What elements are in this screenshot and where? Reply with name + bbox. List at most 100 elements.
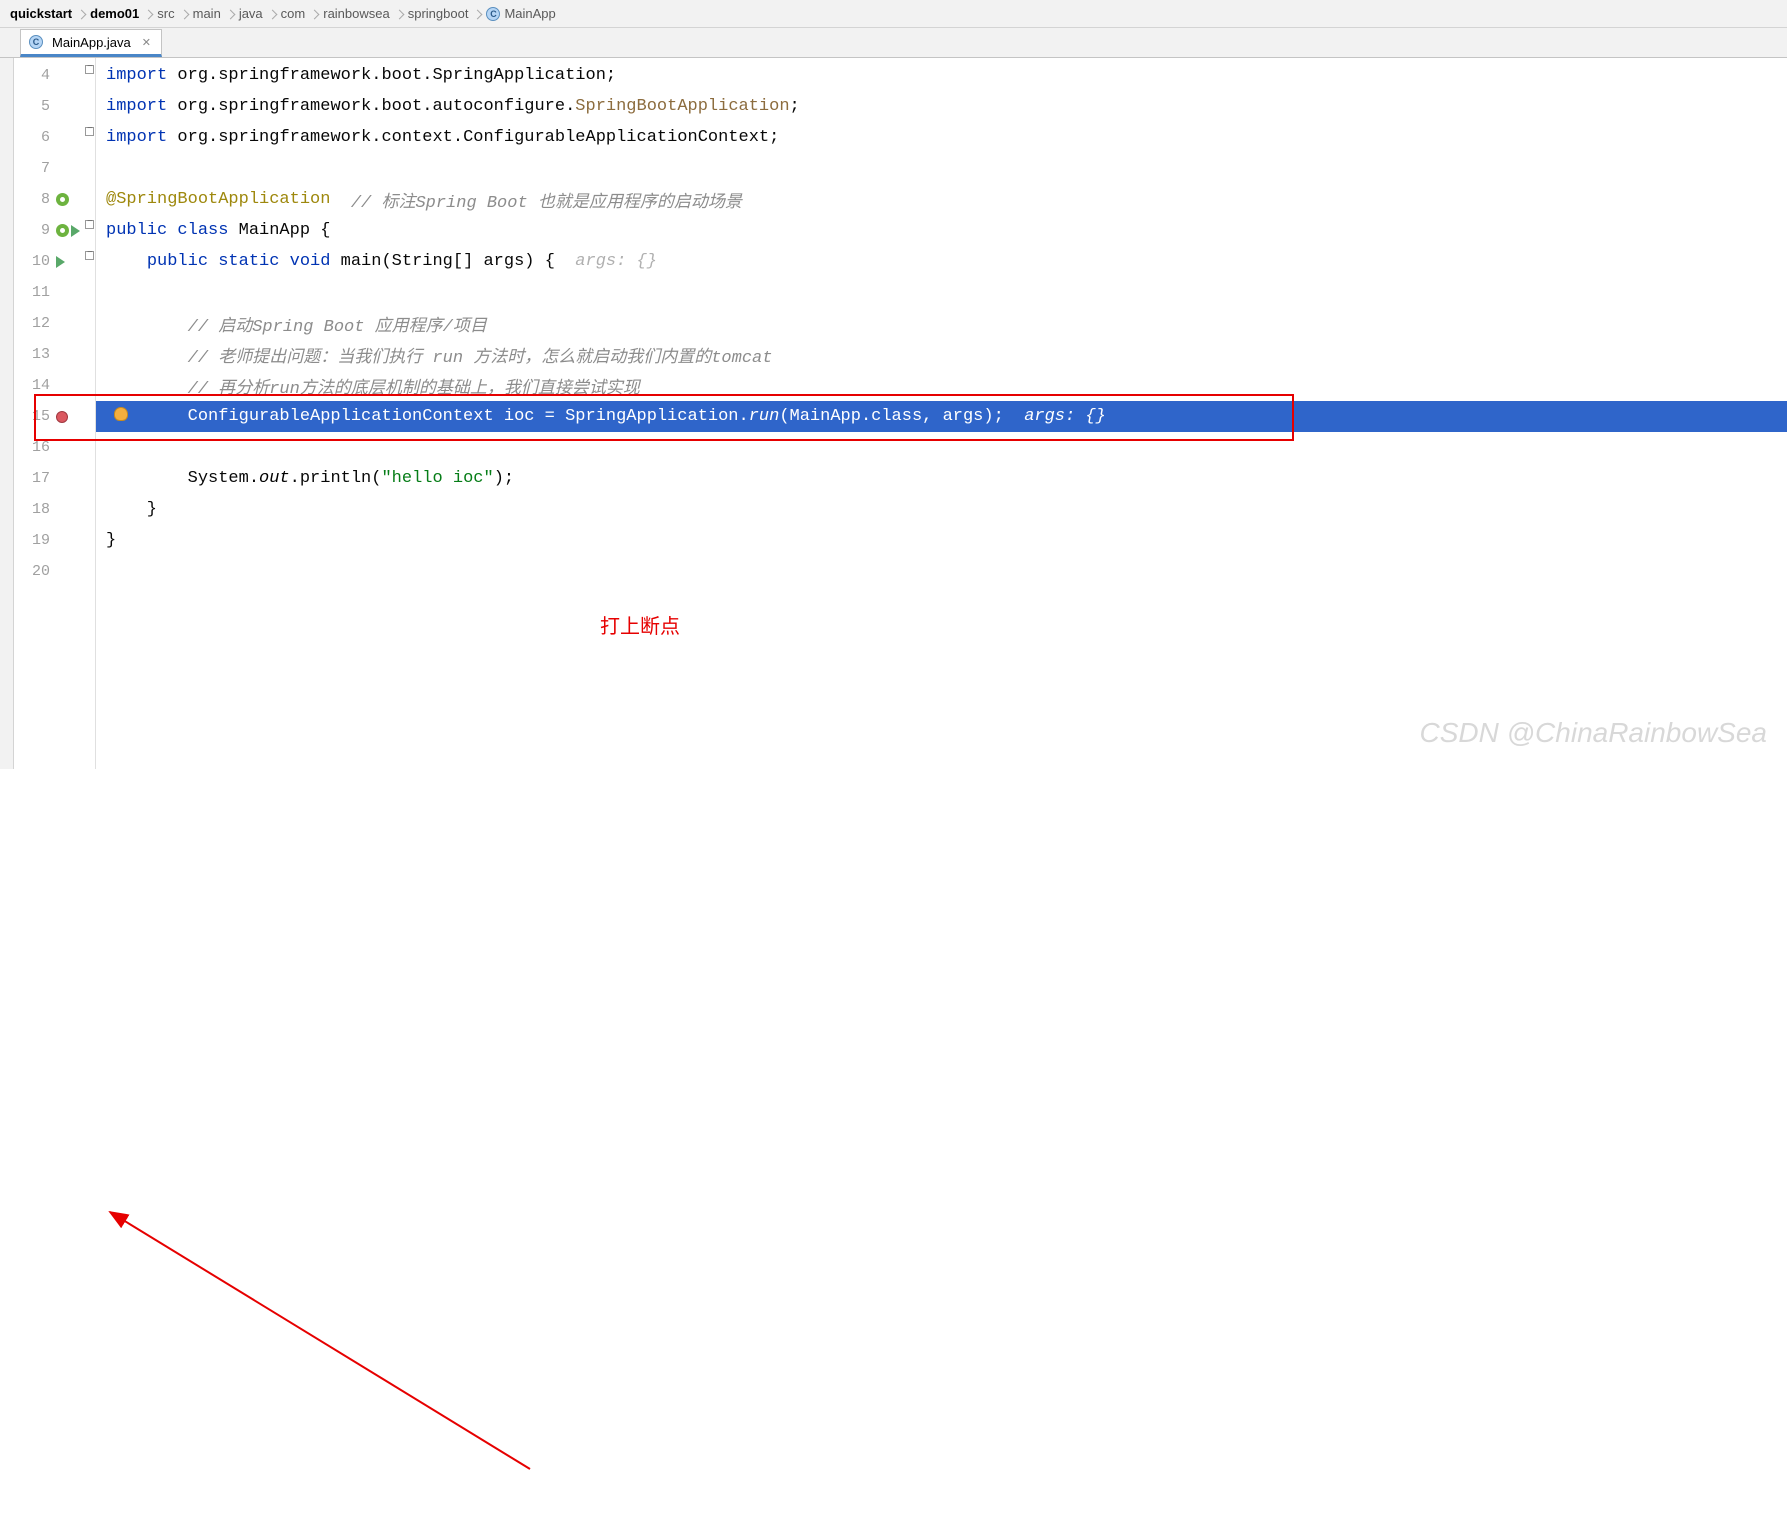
watermark: CSDN @ChinaRainbowSea: [1420, 717, 1767, 749]
breadcrumb-item[interactable]: quickstart: [6, 6, 76, 21]
gutter-line[interactable]: 12: [14, 308, 95, 339]
gutter-line[interactable]: 18: [14, 494, 95, 525]
breadcrumb-item[interactable]: src: [153, 6, 178, 21]
annotation-label: 打上断点: [600, 610, 680, 639]
gutter-line[interactable]: 20: [14, 556, 95, 587]
chevron-right-icon: [267, 7, 277, 21]
breadcrumb-item[interactable]: com: [277, 6, 310, 21]
code-line[interactable]: // 再分析run方法的底层机制的基础上，我们直接尝试实现: [96, 370, 1787, 401]
code-token: public class: [106, 221, 239, 240]
gutter-line[interactable]: 13: [14, 339, 95, 370]
code-token: // 标注Spring Boot 也就是应用程序的启动场景: [330, 187, 741, 213]
breadcrumb-label: java: [239, 6, 263, 21]
code-line[interactable]: public static void main(String[] args) {…: [96, 246, 1787, 277]
gutter-line[interactable]: 8: [14, 184, 95, 215]
code-token: SpringBootApplication: [575, 97, 789, 116]
gutter-line[interactable]: 7: [14, 153, 95, 184]
code-line[interactable]: import org.springframework.boot.SpringAp…: [96, 60, 1787, 91]
code-token: // 启动Spring Boot 应用程序/项目: [106, 311, 487, 337]
code-line[interactable]: public class MainApp {: [96, 215, 1787, 246]
code-token: // 再分析run方法的底层机制的基础上，我们直接尝试实现: [106, 373, 640, 399]
code-token: ;: [790, 97, 800, 116]
code-token: out: [259, 469, 290, 488]
code-line[interactable]: ConfigurableApplicationContext ioc = Spr…: [96, 401, 1787, 432]
code-line[interactable]: // 启动Spring Boot 应用程序/项目: [96, 308, 1787, 339]
breakpoint-icon[interactable]: [56, 411, 68, 423]
code-line[interactable]: [96, 153, 1787, 184]
code-line[interactable]: import org.springframework.context.Confi…: [96, 122, 1787, 153]
breadcrumb-label: demo01: [90, 6, 139, 21]
code-token: import: [106, 128, 177, 147]
chevron-right-icon: [394, 7, 404, 21]
line-number: 14: [24, 377, 50, 394]
code-token: }: [106, 500, 157, 519]
run-icon[interactable]: [71, 225, 80, 237]
gutter-line[interactable]: 17: [14, 463, 95, 494]
line-number: 8: [24, 191, 50, 208]
code-token: run: [749, 407, 780, 426]
code-line[interactable]: import org.springframework.boot.autoconf…: [96, 91, 1787, 122]
code-token: class: [871, 407, 922, 426]
breadcrumb-label: src: [157, 6, 174, 21]
gutter-line[interactable]: 5: [14, 91, 95, 122]
code-token: org.springframework.context.Configurable…: [177, 128, 779, 147]
tab-mainapp[interactable]: C MainApp.java ✕: [20, 29, 162, 57]
code-token: );: [494, 469, 514, 488]
code-line[interactable]: }: [96, 525, 1787, 556]
annotation-arrow: [0, 769, 1787, 1538]
chevron-right-icon: [472, 7, 482, 21]
line-number: 12: [24, 315, 50, 332]
code-line[interactable]: [96, 277, 1787, 308]
run-icon[interactable]: [56, 256, 65, 268]
code-line[interactable]: // 老师提出问题：当我们执行 run 方法时，怎么就启动我们内置的tomcat: [96, 339, 1787, 370]
gutter[interactable]: 456 7 8 9 10 11 12 13 14 15 16 1718 19 20: [14, 58, 96, 769]
chevron-right-icon: [309, 7, 319, 21]
line-number: 11: [24, 284, 50, 301]
editor-area: 456 7 8 9 10 11 12 13 14 15 16 1718 19 20 import org.…: [0, 58, 1787, 769]
code-line[interactable]: }: [96, 494, 1787, 525]
code-line[interactable]: [96, 432, 1787, 463]
breadcrumb-item[interactable]: springboot: [404, 6, 473, 21]
code-line[interactable]: System.out.println("hello ioc");: [96, 463, 1787, 494]
code-line[interactable]: [96, 556, 1787, 587]
code-editor[interactable]: import org.springframework.boot.SpringAp…: [96, 58, 1787, 769]
code-line[interactable]: @SpringBootApplication // 标注Spring Boot …: [96, 184, 1787, 215]
breadcrumb-label: rainbowsea: [323, 6, 390, 21]
breadcrumb-label: com: [281, 6, 306, 21]
close-icon[interactable]: ✕: [142, 36, 151, 49]
code-token: import: [106, 97, 177, 116]
bulb-icon[interactable]: [114, 407, 128, 421]
gutter-line[interactable]: 16: [14, 432, 95, 463]
breadcrumb-label: quickstart: [10, 6, 72, 21]
breadcrumb-item[interactable]: java: [235, 6, 267, 21]
breadcrumb-item[interactable]: demo01: [86, 6, 143, 21]
code-token: , args);: [922, 407, 1024, 426]
code-token: public static void: [147, 252, 341, 271]
tab-bar: C MainApp.java ✕: [0, 28, 1787, 58]
spring-icon[interactable]: [56, 193, 69, 206]
gutter-line[interactable]: 15: [14, 401, 95, 432]
chevron-right-icon: [179, 7, 189, 21]
gutter-line[interactable]: 19: [14, 525, 95, 556]
line-number: 19: [24, 532, 50, 549]
gutter-line[interactable]: 6: [14, 122, 95, 153]
line-number: 9: [24, 222, 50, 239]
line-number: 16: [24, 439, 50, 456]
gutter-line[interactable]: 14: [14, 370, 95, 401]
breadcrumb-item[interactable]: CMainApp: [482, 6, 559, 21]
breadcrumb-item[interactable]: main: [189, 6, 225, 21]
gutter-line[interactable]: 10: [14, 246, 95, 277]
gutter-line[interactable]: 4: [14, 60, 95, 91]
gutter-line[interactable]: 9: [14, 215, 95, 246]
spring-icon[interactable]: [56, 224, 69, 237]
chevron-right-icon: [76, 7, 86, 21]
line-number: 7: [24, 160, 50, 177]
tab-label: MainApp.java: [52, 35, 131, 50]
gutter-line[interactable]: 11: [14, 277, 95, 308]
side-tool-strip[interactable]: [0, 58, 14, 769]
line-number: 10: [24, 253, 50, 270]
breadcrumb-label: MainApp: [504, 6, 555, 21]
line-number: 20: [24, 563, 50, 580]
line-number: 13: [24, 346, 50, 363]
breadcrumb-item[interactable]: rainbowsea: [319, 6, 394, 21]
